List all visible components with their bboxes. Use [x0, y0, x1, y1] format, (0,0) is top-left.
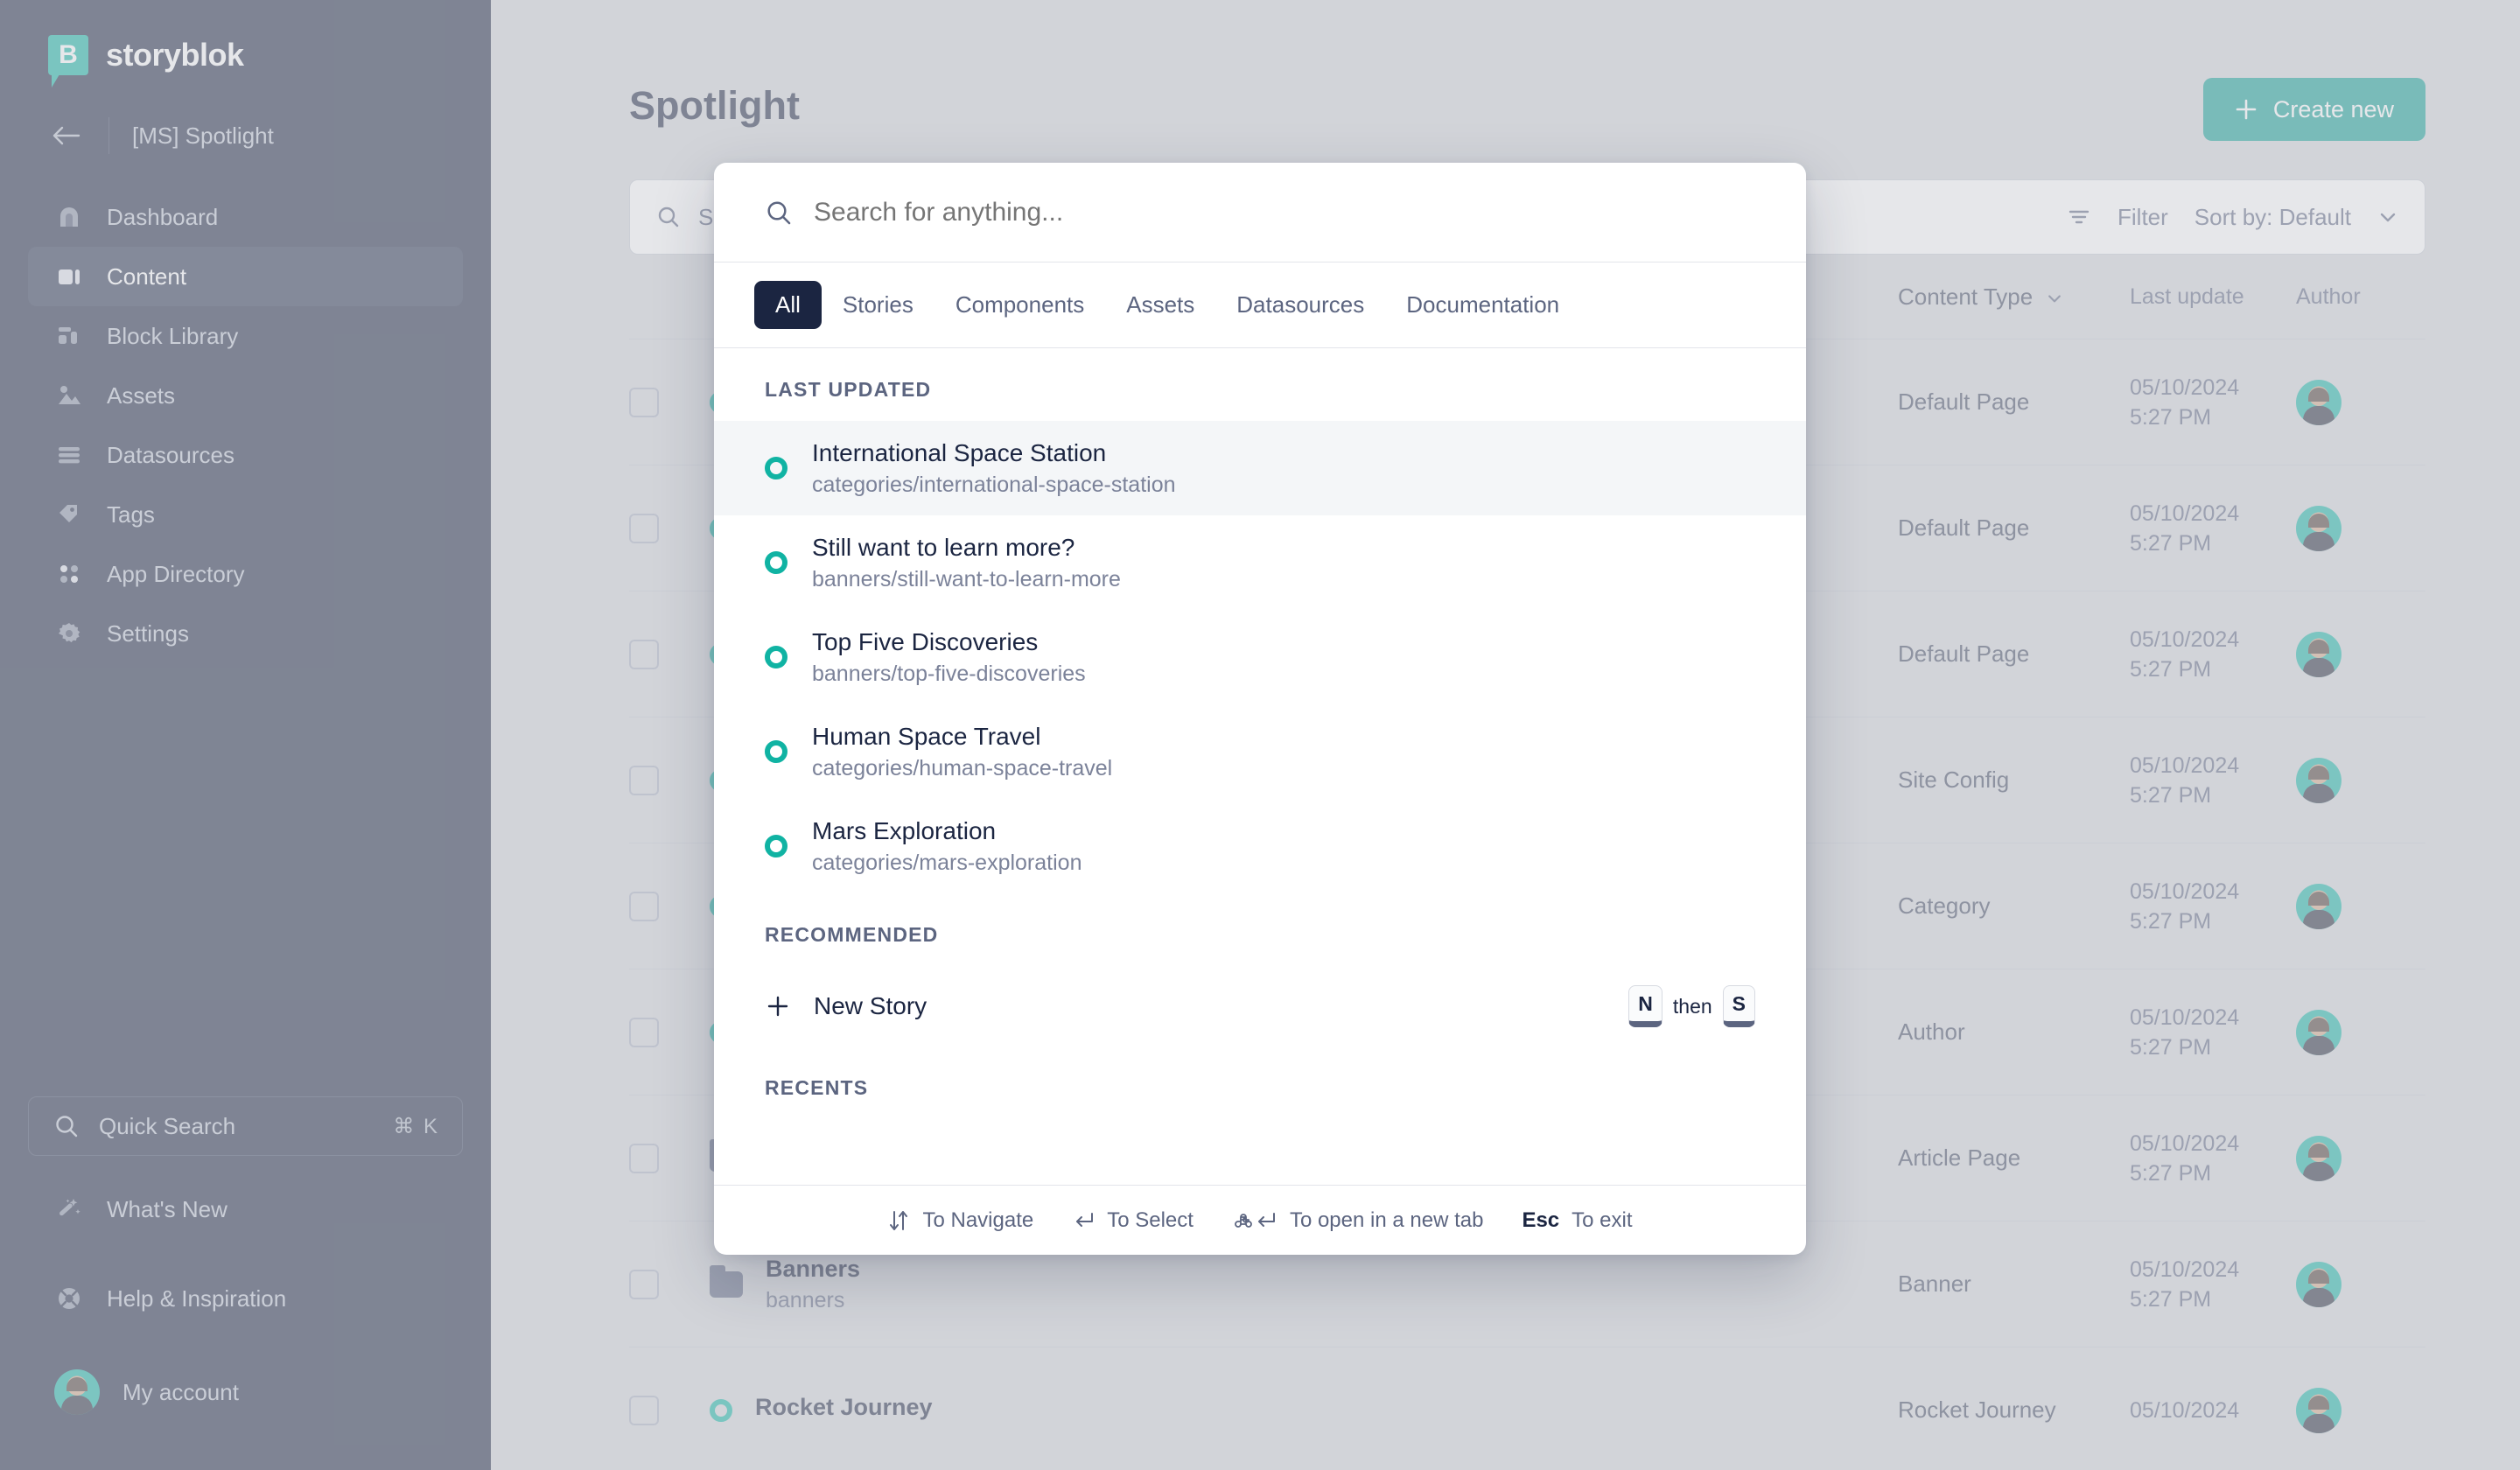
- recommended-item-new-story[interactable]: New Story Nthen S: [714, 966, 1806, 1046]
- section-label-recents: RECENTS: [765, 1076, 869, 1099]
- result-title: International Space Station: [812, 438, 1107, 466]
- result-title: Still want to learn more?: [812, 533, 1075, 561]
- modal-results: LAST UPDATED International Space Station…: [714, 348, 1806, 1185]
- result-slug: categories/human-space-travel: [812, 755, 1113, 780]
- search-input[interactable]: [814, 197, 1755, 228]
- result-item[interactable]: Still want to learn more? banners/still-w…: [714, 515, 1806, 610]
- cmd-enter-icon: [1232, 1209, 1278, 1232]
- kbd-key: S: [1722, 985, 1755, 1027]
- result-text: Still want to learn more? banners/still-w…: [812, 534, 1121, 592]
- app-root: B storyblok [MS] Spotlight Dashboard: [0, 0, 2520, 1470]
- kbd-key: N: [1628, 985, 1662, 1027]
- shortcut-keys: Nthen S: [1628, 985, 1755, 1027]
- story-dot-icon: [765, 457, 788, 480]
- footer-shortcut-label: To open in a new tab: [1289, 1208, 1484, 1232]
- tab-components[interactable]: Components: [934, 281, 1105, 329]
- tab-all[interactable]: All: [754, 281, 822, 329]
- tab-assets[interactable]: Assets: [1105, 281, 1215, 329]
- enter-key-icon: [1072, 1209, 1095, 1232]
- last-updated-list: International Space Station categories/in…: [714, 421, 1806, 893]
- result-slug: categories/mars-exploration: [812, 850, 1082, 875]
- tab-datasources[interactable]: Datasources: [1215, 281, 1385, 329]
- search-icon: [765, 199, 793, 227]
- result-text: Top Five Discoveries banners/top-five-dis…: [812, 628, 1086, 687]
- tab-documentation[interactable]: Documentation: [1385, 281, 1580, 329]
- story-dot-icon: [765, 551, 788, 574]
- modal-shortcut-footer: To Navigate To Select To open in a new tab…: [714, 1185, 1806, 1255]
- result-title: Mars Exploration: [812, 816, 997, 844]
- plus-icon: [765, 993, 791, 1019]
- kbd-join-label: then: [1672, 994, 1712, 1018]
- recommended-item-label: New Story: [814, 992, 928, 1019]
- spotlight-search-modal: AllStoriesComponentsAssetsDatasourcesDoc…: [714, 163, 1806, 1255]
- footer-shortcut-label: To exit: [1572, 1208, 1633, 1232]
- result-slug: banners/still-want-to-learn-more: [812, 566, 1121, 592]
- footer-shortcut: To open in a new tab: [1232, 1208, 1484, 1233]
- story-dot-icon: [765, 646, 788, 668]
- result-slug: categories/international-space-station: [812, 472, 1176, 497]
- modal-tabs: All Stories Components Assets Datasources Doc…: [714, 262, 1806, 348]
- section-label-recommended: RECOMMENDED: [765, 923, 939, 946]
- result-slug: banners/top-five-discoveries: [812, 661, 1086, 686]
- result-item[interactable]: Top Five Discoveries banners/top-five-dis…: [714, 610, 1806, 704]
- result-item[interactable]: Mars Exploration categories/mars-explorat…: [714, 799, 1806, 893]
- footer-shortcut-label: To Navigate: [922, 1208, 1034, 1232]
- footer-shortcut: To Select: [1072, 1208, 1194, 1233]
- result-item[interactable]: Human Space Travel categories/human-space…: [714, 704, 1806, 799]
- story-dot-icon: [765, 835, 788, 858]
- esc-key-icon: Esc: [1522, 1208, 1560, 1232]
- modal-search-row: [714, 163, 1806, 262]
- result-text: Mars Exploration categories/mars-explorat…: [812, 817, 1082, 876]
- result-item[interactable]: International Space Station categories/in…: [714, 421, 1806, 515]
- result-text: International Space Station categories/in…: [812, 439, 1176, 498]
- footer-shortcut: Esc To exit: [1522, 1208, 1632, 1233]
- section-label-last-updated: LAST UPDATED: [765, 378, 932, 401]
- tab-stories[interactable]: Stories: [822, 281, 934, 329]
- footer-shortcut-label: To Select: [1107, 1208, 1194, 1232]
- story-dot-icon: [765, 740, 788, 763]
- result-title: Human Space Travel: [812, 722, 1041, 750]
- result-text: Human Space Travel categories/human-space…: [812, 723, 1112, 781]
- footer-shortcut: To Navigate: [887, 1208, 1033, 1233]
- recommended-list: New Story Nthen S: [714, 966, 1806, 1046]
- updown-arrows-icon: [887, 1209, 910, 1232]
- result-title: Top Five Discoveries: [812, 627, 1039, 655]
